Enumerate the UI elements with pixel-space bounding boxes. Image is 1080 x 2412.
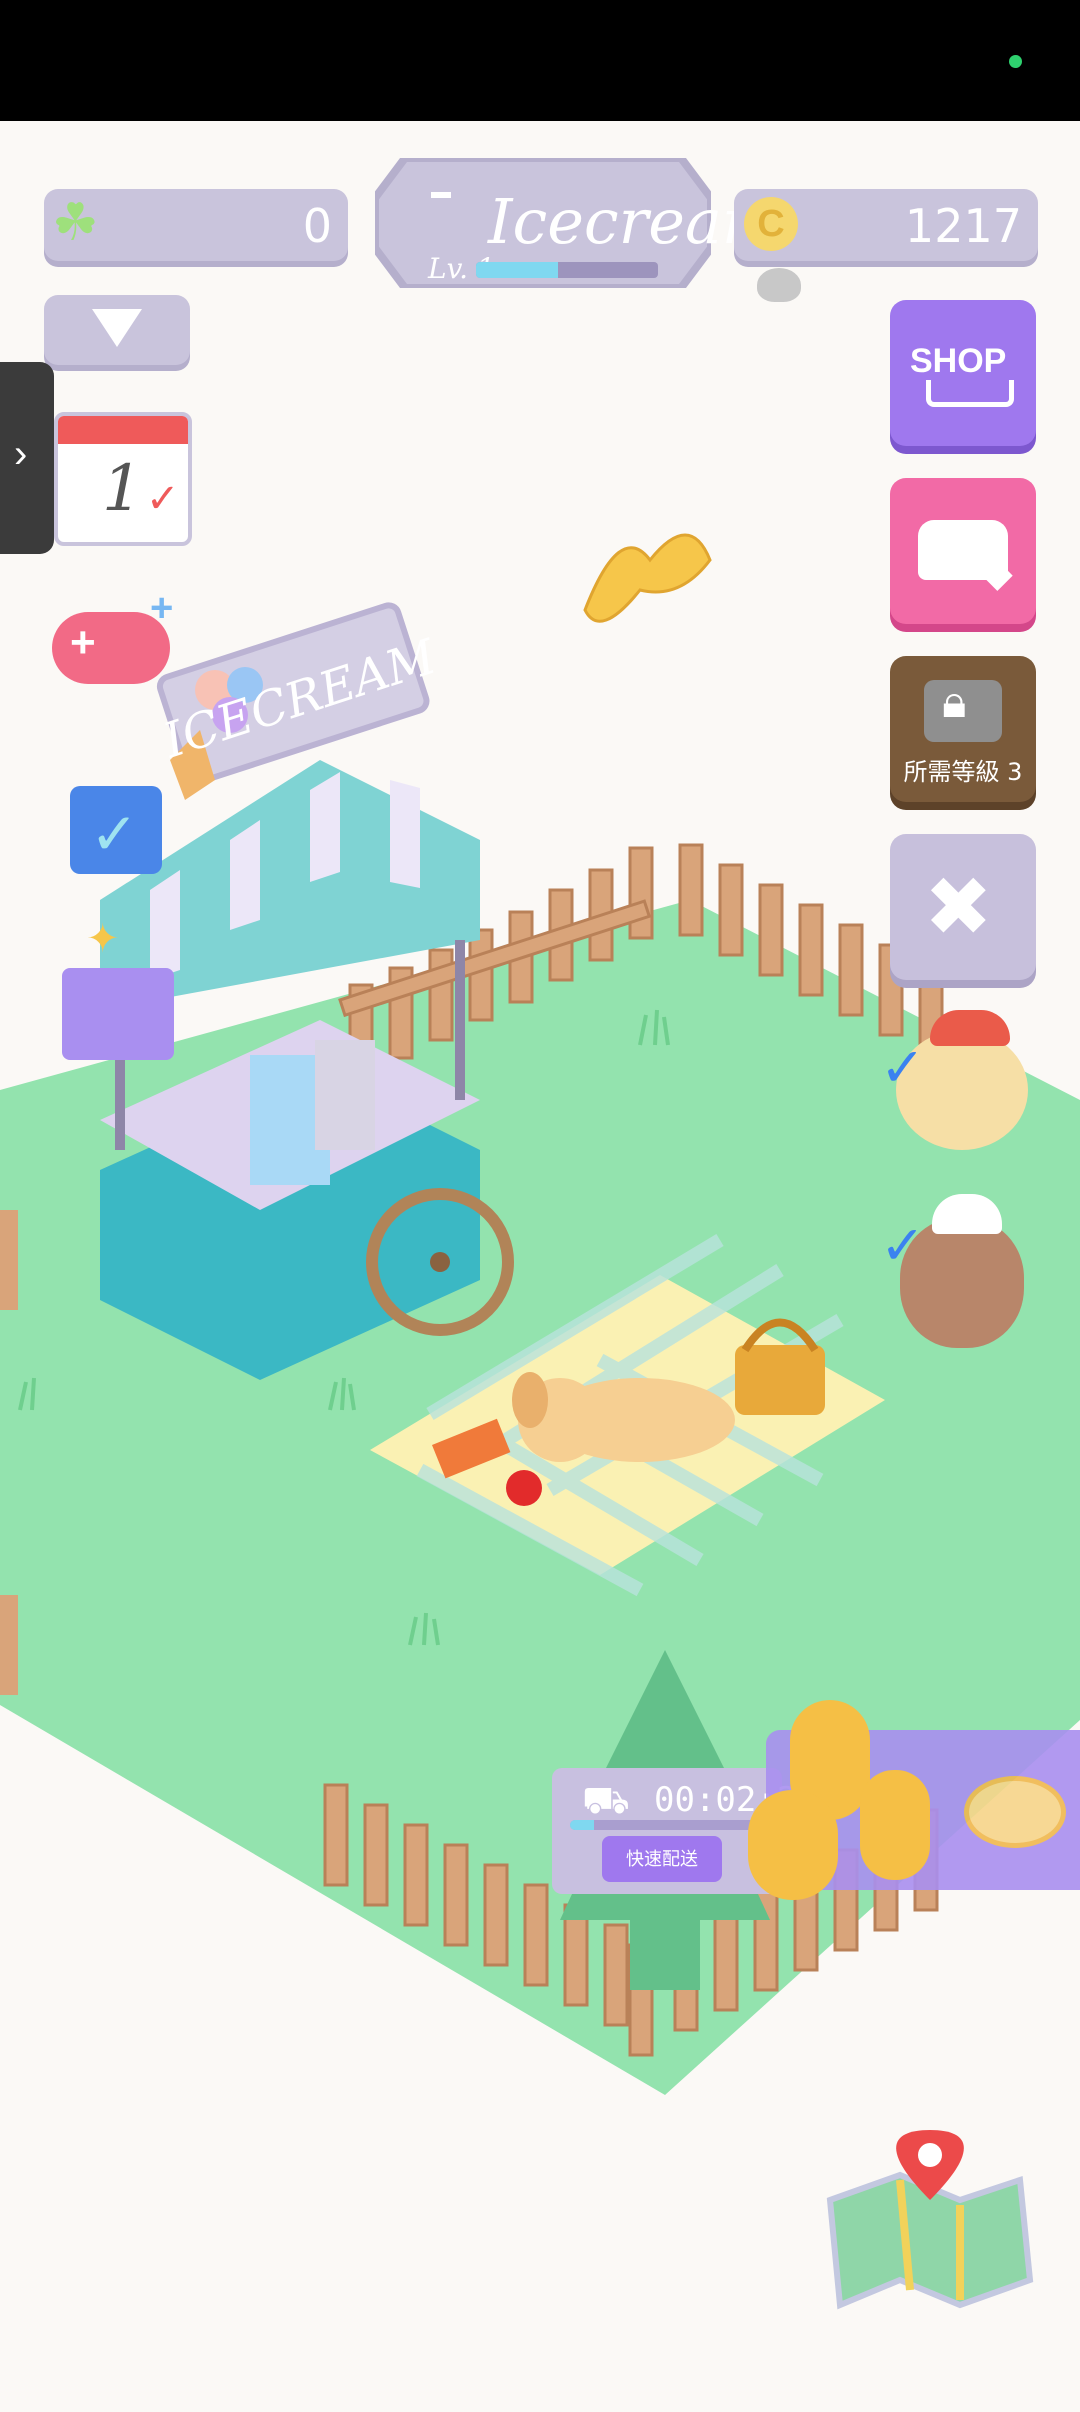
calendar-icon[interactable]: 1 ✓ xyxy=(54,412,192,546)
banana-peel xyxy=(583,533,712,623)
daily-checkin-icon[interactable]: ✓ xyxy=(70,786,162,874)
side-panel-toggle[interactable]: › xyxy=(0,362,54,554)
locked-outfit-button[interactable]: 🔒︎ 所需等級 3 xyxy=(890,656,1036,802)
chevron-right-icon: › xyxy=(14,432,28,476)
level-progress-bar xyxy=(476,262,658,278)
level-progress-fill xyxy=(476,262,558,278)
gamepad-badge-plus-icon: + xyxy=(150,586,174,630)
clover-icon: ☘ xyxy=(52,194,99,252)
gamepad-plus-icon: + xyxy=(70,618,96,667)
camera-indicator-dot xyxy=(1009,55,1022,68)
delivery-progress-fill xyxy=(570,1820,594,1830)
fast-delivery-button[interactable]: 快速配送 xyxy=(602,1836,722,1882)
staff-poodle-avatar[interactable]: ✓ xyxy=(880,1010,1036,1180)
tools-button[interactable]: ✖ xyxy=(890,834,1036,980)
check-icon: ✓ xyxy=(90,802,139,867)
shop-label: SHOP xyxy=(910,342,1007,380)
diamond-icon: ◆ xyxy=(982,551,1013,595)
chef-hat-icon xyxy=(932,1194,1002,1234)
shop-title: Icecream xyxy=(488,185,781,258)
gift-box-icon[interactable]: ✦ xyxy=(62,917,174,1060)
coin-count: 1217 xyxy=(904,199,1022,253)
clover-counter[interactable]: ☘ 0 xyxy=(44,189,348,261)
lock-icon: 🔒︎ xyxy=(942,675,967,727)
diamond-badge-icon xyxy=(964,1776,1066,1848)
coin-stack-3 xyxy=(860,1770,930,1880)
coin-counter[interactable]: C 1217 xyxy=(734,189,1038,261)
chevron-down-icon xyxy=(92,309,142,347)
staff-cat-avatar[interactable]: ✓ xyxy=(880,1188,1036,1358)
check-mark-icon: ✓ xyxy=(146,477,180,521)
apple xyxy=(506,1470,542,1506)
beret-icon xyxy=(930,1010,1010,1046)
checkmark-blue-icon: ✓ xyxy=(880,1216,926,1276)
cart-icon xyxy=(926,380,1014,407)
rock-icon xyxy=(757,268,801,302)
checkmark-blue-icon: ✓ xyxy=(880,1038,926,1098)
delivery-progress-bar xyxy=(570,1820,766,1830)
coin-icon: C xyxy=(744,197,798,251)
hammer-wrench-icon: ✖ xyxy=(924,862,993,953)
status-bar xyxy=(0,0,1080,121)
calendar-day: 1 xyxy=(102,452,143,526)
map-icon xyxy=(826,2130,1034,2310)
coin-stack-icon[interactable] xyxy=(748,1700,936,1910)
coin-stack-2 xyxy=(748,1790,838,1900)
level-requirement-label: 所需等級 3 xyxy=(903,758,1023,786)
clover-count: 0 xyxy=(302,199,332,253)
fence-post-left xyxy=(0,1210,18,1310)
dropdown-button[interactable] xyxy=(44,295,190,365)
sparkle-icon: ✦ xyxy=(86,917,120,961)
fence-post-left-lower xyxy=(0,1595,18,1695)
gamepad-icon[interactable]: + + xyxy=(52,586,173,684)
shop-button[interactable]: SHOP xyxy=(890,300,1036,446)
treasure-chest-button[interactable]: ◆ xyxy=(890,478,1036,624)
calendar-header xyxy=(58,416,188,444)
